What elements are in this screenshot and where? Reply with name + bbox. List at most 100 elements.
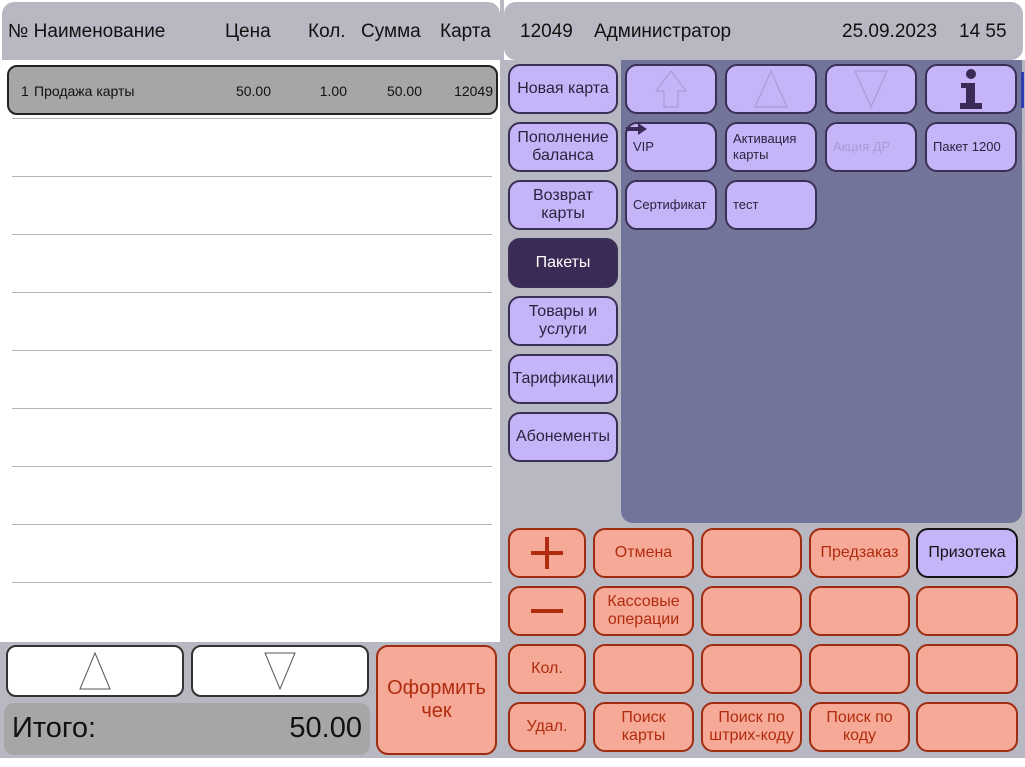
prizoteka-button[interactable]: Призотека (916, 528, 1018, 578)
item-label: VIP (633, 139, 654, 154)
plus-button[interactable] (508, 528, 586, 578)
empty-key-button[interactable] (916, 702, 1018, 752)
header-user: Администратор (594, 21, 732, 42)
empty-key-button[interactable] (701, 644, 802, 694)
category-top-up-button[interactable]: Пополнение баланса (508, 122, 618, 172)
row-divider (12, 466, 492, 467)
search-code-button[interactable]: Поиск по коду (809, 702, 910, 752)
delete-button[interactable]: Удал. (508, 702, 586, 752)
category-label: Пополнение баланса (517, 129, 609, 164)
up-level-arrow-icon (654, 70, 688, 108)
items-up-level-button[interactable] (625, 64, 717, 114)
item-birthday-promo-button[interactable]: Акция ДР (825, 122, 917, 172)
items-scroll-up-button[interactable] (725, 64, 817, 114)
empty-key-button[interactable] (593, 644, 694, 694)
row-qty: 1.00 (319, 83, 347, 99)
row-divider (12, 524, 492, 525)
key-label: Удал. (526, 718, 568, 735)
receipt-panel: № Наименование Цена Кол. Сумма Карта 1 П… (2, 2, 500, 642)
row-divider (12, 350, 492, 351)
up-triangle-icon (754, 69, 788, 108)
up-triangle-icon (79, 651, 111, 690)
key-label: Отмена (614, 544, 673, 561)
header-time: 14 55 (959, 21, 1007, 42)
header-date: 25.09.2023 (842, 21, 938, 42)
column-card: Карта (440, 21, 491, 42)
row-divider (12, 118, 492, 119)
row-card: 12049 (454, 83, 493, 99)
key-label: Предзаказ (820, 544, 899, 561)
category-packages-button[interactable]: Пакеты (508, 238, 618, 288)
minus-button[interactable] (508, 586, 586, 636)
items-info-button[interactable] (925, 64, 1017, 114)
receipt-row[interactable]: 1 Продажа карты 50.00 1.00 50.00 12049 (7, 65, 498, 115)
item-certificate-button[interactable]: Сертификат (625, 180, 717, 230)
receipt-scroll-up-button[interactable] (6, 645, 184, 697)
category-goods-services-button[interactable]: Товары и услуги (508, 296, 618, 346)
row-divider (12, 234, 492, 235)
key-label: Призотека (928, 544, 1006, 561)
item-vip-button[interactable]: VIP (625, 122, 717, 172)
item-label: тест (733, 197, 759, 212)
item-label: Акция ДР (833, 139, 891, 154)
category-label: Абонементы (515, 428, 611, 445)
receipt-header: № Наименование Цена Кол. Сумма Карта (2, 2, 500, 60)
key-label: Кассовые операции (607, 593, 680, 628)
checkout-button[interactable]: Оформить чек (376, 645, 497, 755)
empty-key-button[interactable] (809, 586, 910, 636)
row-price: 50.00 (235, 83, 271, 99)
category-label: Пакеты (535, 254, 591, 271)
down-triangle-icon (854, 70, 888, 109)
empty-key-button[interactable] (809, 644, 910, 694)
key-label: Поиск карты (621, 709, 666, 744)
category-new-card-button[interactable]: Новая карта (508, 64, 618, 114)
category-label: Товары и услуги (528, 303, 598, 338)
row-divider (12, 292, 492, 293)
info-icon (960, 69, 982, 109)
column-sum: Сумма (361, 21, 421, 42)
quantity-button[interactable]: Кол. (508, 644, 586, 694)
items-scroll-down-button[interactable] (825, 64, 917, 114)
top-header: 12049 Администратор 25.09.2023 14 55 (504, 2, 1023, 60)
row-number: 1 (21, 83, 29, 99)
item-label: Пакет 1200 (933, 139, 1001, 154)
checkout-label: Оформить чек (387, 677, 486, 722)
cash-operations-button[interactable]: Кассовые операции (593, 586, 694, 636)
item-label: Активация карты (733, 131, 797, 162)
total-panel: Итого: 50.00 (4, 703, 370, 755)
category-label: Возврат карты (533, 187, 593, 222)
row-divider (12, 176, 492, 177)
category-label: Новая карта (517, 80, 609, 97)
column-qty: Кол. (308, 21, 346, 42)
header-id: 12049 (520, 21, 573, 42)
cancel-button[interactable]: Отмена (593, 528, 694, 578)
category-card-return-button[interactable]: Возврат карты (508, 180, 618, 230)
minus-icon (531, 609, 563, 613)
arrow-right-icon (626, 123, 647, 135)
category-subscriptions-button[interactable]: Абонементы (508, 412, 618, 462)
empty-key-button[interactable] (916, 586, 1018, 636)
key-label: Поиск по коду (826, 709, 893, 744)
search-barcode-button[interactable]: Поиск по штрих-коду (701, 702, 802, 752)
preorder-button[interactable]: Предзаказ (809, 528, 910, 578)
search-card-button[interactable]: Поиск карты (593, 702, 694, 752)
receipt-scroll-down-button[interactable] (191, 645, 369, 697)
item-package-1200-button[interactable]: Пакет 1200 (925, 122, 1017, 172)
empty-key-button[interactable] (916, 644, 1018, 694)
empty-key-button[interactable] (701, 586, 802, 636)
row-name: Продажа карты (34, 83, 135, 99)
plus-icon (531, 537, 563, 569)
item-label: Сертификат (633, 197, 707, 212)
down-triangle-icon (264, 652, 296, 691)
category-tariffs-button[interactable]: Тарификации (508, 354, 618, 404)
empty-key-button[interactable] (701, 528, 802, 578)
total-value: 50.00 (289, 712, 362, 744)
total-label: Итого: (12, 712, 97, 744)
item-test-button[interactable]: тест (725, 180, 817, 230)
row-sum: 50.00 (386, 83, 422, 99)
items-panel-edge (1021, 72, 1024, 108)
column-price: Цена (225, 21, 271, 42)
category-label: Тарификации (512, 370, 614, 387)
background-bottom-strip (0, 758, 1025, 767)
item-card-activation-button[interactable]: Активация карты (725, 122, 817, 172)
